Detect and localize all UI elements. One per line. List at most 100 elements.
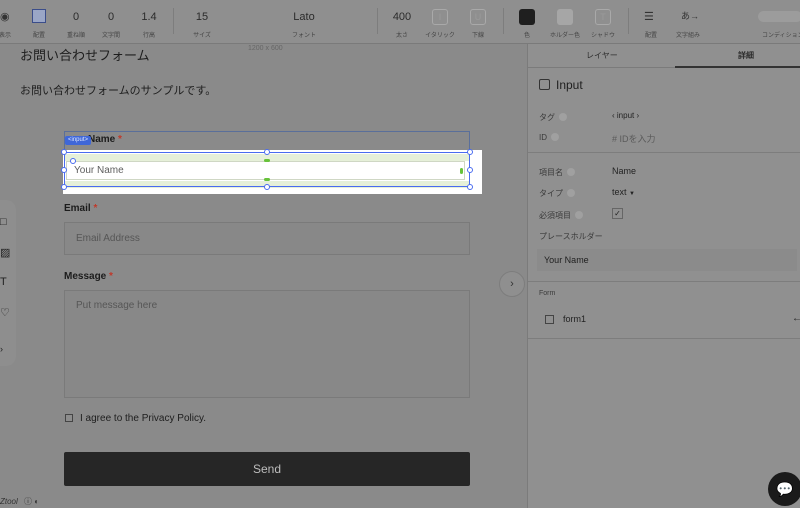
spacing-marker [264,178,270,181]
chat-button[interactable]: 💬 [768,472,800,506]
zindex-label: 重ね順 [66,33,85,39]
settings-icon[interactable]: ◐ [34,497,39,506]
tag-value[interactable]: ‹ input › [612,111,639,120]
view-tool[interactable]: ◉ 表示 [0,0,14,44]
help-icon[interactable] [567,189,575,197]
message-label-text: Message [64,271,107,282]
image-icon[interactable]: ▨ [0,246,10,259]
item-name-label: 項目名 [539,167,575,178]
required-checkbox[interactable]: ✓ [612,208,623,219]
align-icon [32,9,46,23]
form-item[interactable]: form1 ← [545,313,800,328]
line-height-label: 行高 [142,33,155,39]
resize-handle[interactable] [467,184,473,190]
italic-label: イタリック [425,33,455,39]
arrow-left-icon[interactable]: ← [792,313,800,324]
resize-handle[interactable] [61,149,67,155]
view-label: 表示 [0,33,11,39]
item-name-input[interactable]: Name [612,166,636,176]
name-label-text: Name [88,134,116,145]
email-input[interactable]: Email Address [64,222,470,255]
resize-handle[interactable] [61,167,67,173]
email-label-text: Email [64,203,91,214]
chat-icon: 💬 [776,481,794,497]
eye-icon: ◉ [0,11,10,23]
id-input[interactable]: # IDを入力 [612,132,656,145]
panel-title-text: Input [556,78,583,92]
active-tab-indicator [675,66,800,68]
toolbar-divider [628,8,629,34]
id-label-text: ID [539,133,547,142]
panel-toggle-button[interactable]: › [499,271,525,297]
element-dock: □ ▨ T ♡ › [0,200,16,366]
properties-panel: レイヤー 詳細 Input タグ ‹ input › ID # IDを入力 項目… [527,44,800,508]
name-label-selection [64,131,470,151]
condition-tool[interactable]: コンディション [752,0,800,44]
tab-layers[interactable]: レイヤー [586,50,618,61]
divider [528,338,800,339]
chevron-right-icon[interactable]: › [0,344,3,354]
toolbar-divider [377,8,378,34]
type-label: タイプ [539,188,575,199]
message-textarea[interactable]: Put message here [64,290,470,398]
font-weight-tool[interactable]: 400 太さ [389,0,415,44]
heart-icon[interactable]: ♡ [0,306,10,319]
holder-swatch-icon [557,9,573,25]
privacy-checkbox[interactable] [65,414,73,422]
toolbar-divider [173,8,174,34]
resize-handle[interactable] [61,184,67,190]
font-weight-value: 400 [392,11,412,23]
letter-spacing-label: 文字間 [101,33,120,39]
message-label: Message * [64,271,113,282]
align-left-icon: ☰ [644,11,654,23]
condition-label: コンディション [762,33,800,39]
tab-details[interactable]: 詳細 [738,50,754,61]
font-size-label: サイズ [193,33,211,39]
type-select[interactable]: text ▼ [612,187,635,197]
form-icon [545,315,554,324]
help-icon[interactable] [551,133,559,141]
divider [528,152,800,153]
text-align-tool[interactable]: ☰ 配置 [638,0,664,44]
send-button[interactable]: Send [64,452,470,486]
required-label: 必須項目 [539,210,583,221]
resize-handle[interactable] [264,184,270,190]
placeholder-input[interactable]: Your Name [537,249,797,271]
required-mark: * [93,203,98,214]
help-icon[interactable] [575,211,583,219]
divider [528,281,800,282]
holder-color-tool[interactable]: ホルダー色 [546,0,584,44]
resize-handle[interactable] [467,149,473,155]
line-height-tool[interactable]: 1.4 行高 [137,0,161,44]
italic-tool[interactable]: I イタリック [424,0,456,44]
rotate-handle[interactable] [70,158,76,164]
resize-handle[interactable] [467,167,473,173]
selected-element-chip[interactable]: <input> [65,136,92,145]
text-color-label: 色 [523,33,530,39]
font-size-tool[interactable]: 15 サイズ [188,0,216,44]
text-icon[interactable]: T [0,276,7,288]
underline-tool[interactable]: U 下線 [464,0,492,44]
help-icon[interactable] [559,113,567,121]
spacing-marker [460,168,463,174]
resize-handle[interactable] [264,149,270,155]
tag-label: タグ [539,112,567,123]
zindex-tool[interactable]: 0 重ね順 [64,0,88,44]
shadow-tool[interactable]: T シャドウ [588,0,618,44]
selected-input-frame[interactable] [64,152,470,187]
align-tool[interactable]: 配置 [27,0,51,44]
text-color-tool[interactable]: 色 [514,0,540,44]
writing-mode-tool[interactable]: あ→ 文字組み [670,0,706,44]
font-family-label: フォント [291,33,316,39]
chevron-right-icon: › [510,278,514,290]
zindex-value: 0 [72,11,80,23]
letter-spacing-tool[interactable]: 0 文字間 [99,0,123,44]
font-family-tool[interactable]: Lato フォント [270,0,338,44]
condition-toggle[interactable] [758,11,800,22]
square-icon[interactable]: □ [0,216,7,228]
font-weight-label: 太さ [395,33,408,39]
help-icon[interactable]: ⓘ [24,497,32,506]
help-icon[interactable] [567,168,575,176]
text-align-label: 配置 [644,33,657,39]
writing-mode-icon: あ→ [681,11,700,21]
